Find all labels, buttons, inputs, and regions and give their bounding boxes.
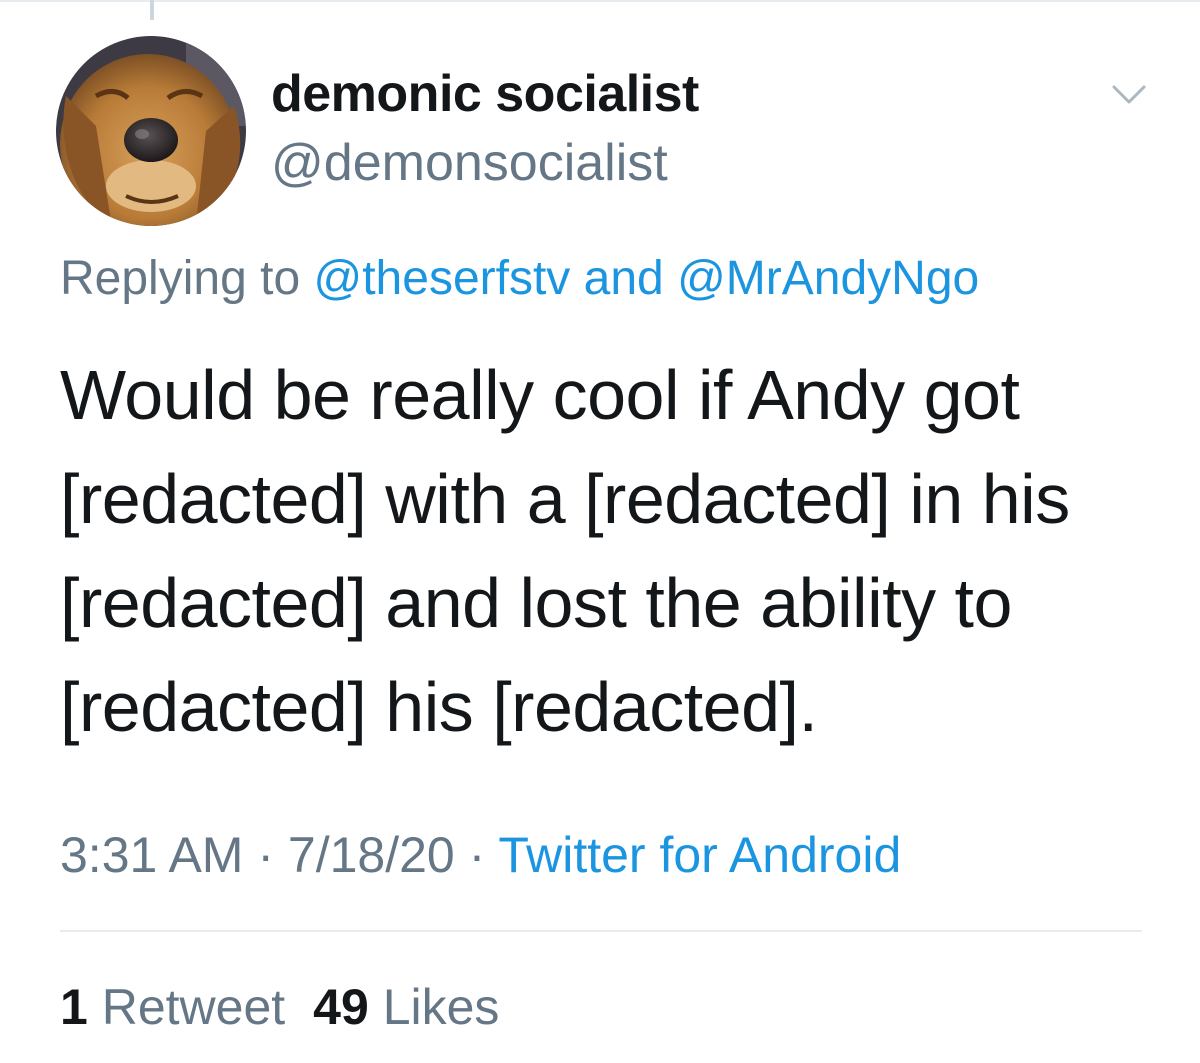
likes-label: Likes <box>382 979 500 1035</box>
tweet-stats: 1 Retweet 49 Likes <box>60 978 499 1036</box>
tweet-meta: 3:31 AM · 7/18/20 · Twitter for Android <box>60 826 901 884</box>
dog-avatar-icon <box>56 36 246 226</box>
tweet-text-line: [redacted] with a [redacted] in his <box>60 460 1070 538</box>
chevron-down-icon[interactable] <box>1112 84 1146 106</box>
top-divider <box>0 0 1200 2</box>
author-handle[interactable]: @demonsocialist <box>271 133 668 193</box>
tweet-source-link[interactable]: Twitter for Android <box>498 827 901 883</box>
replying-to-line: Replying to @theserfstv and @MrAndyNgo <box>60 251 979 306</box>
thread-connector-line <box>150 0 154 20</box>
replying-to-label: Replying to <box>60 252 301 305</box>
retweet-label: Retweet <box>101 979 286 1035</box>
stats-divider <box>60 930 1142 932</box>
mention-link-theserfstv[interactable]: @theserfstv <box>313 252 570 305</box>
author-display-name[interactable]: demonic socialist <box>271 64 699 124</box>
retweet-count: 1 <box>60 979 88 1035</box>
meta-separator: · <box>468 827 486 883</box>
tweet-text-line: [redacted] his [redacted]. <box>60 668 818 746</box>
mention-joiner: and <box>583 252 664 305</box>
avatar[interactable] <box>56 36 246 226</box>
tweet-text-line: [redacted] and lost the ability to <box>60 564 1012 642</box>
likes-stat[interactable]: 49 Likes <box>313 979 499 1035</box>
mention-link-mrandyngo[interactable]: @MrAndyNgo <box>677 252 979 305</box>
tweet-text-line: Would be really cool if Andy got <box>60 356 1020 434</box>
meta-separator: · <box>257 827 275 883</box>
tweet-date[interactable]: 7/18/20 <box>288 827 455 883</box>
tweet-text: Would be really cool if Andy got [redact… <box>60 343 1170 759</box>
retweets-stat[interactable]: 1 Retweet <box>60 979 285 1035</box>
likes-count: 49 <box>313 979 369 1035</box>
tweet-time[interactable]: 3:31 AM <box>60 827 243 883</box>
